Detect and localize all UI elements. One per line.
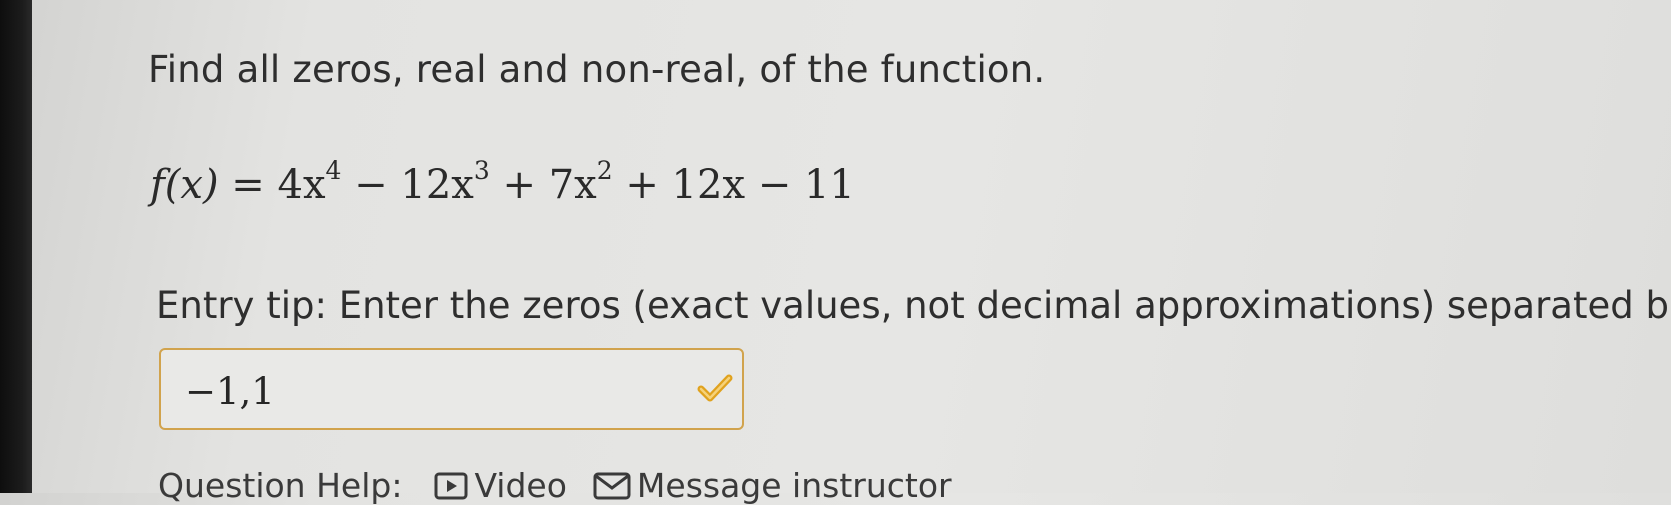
answer-input[interactable]: −1,1 xyxy=(159,348,744,430)
screen-bezel xyxy=(0,0,32,493)
video-link-label: Video xyxy=(474,466,567,505)
message-instructor-label: Message instructor xyxy=(636,466,952,505)
video-icon xyxy=(434,472,468,499)
formula-term: = 4x xyxy=(218,162,326,208)
formula-term: + 7x xyxy=(489,162,597,208)
entry-tip: Entry tip: Enter the zeros (exact values… xyxy=(156,284,1669,327)
formula-lhs: f(x) xyxy=(150,162,219,208)
formula-exponent: 3 xyxy=(473,156,490,185)
formula-term: + 12x − 11 xyxy=(612,162,855,208)
question-help-row: Question Help: Video Message instructor xyxy=(158,466,978,505)
video-link[interactable]: Video xyxy=(434,466,567,505)
check-icon xyxy=(697,374,733,402)
question-help-label: Question Help: xyxy=(158,466,403,505)
formula-exponent: 4 xyxy=(325,156,342,185)
formula-exponent: 2 xyxy=(596,156,613,185)
formula-term: − 12x xyxy=(341,162,474,208)
question-prompt: Find all zeros, real and non-real, of th… xyxy=(148,48,1046,91)
envelope-icon xyxy=(593,472,631,499)
function-formula: f(x) = 4x4 − 12x3 + 7x2 + 12x − 11 xyxy=(150,158,855,208)
message-instructor-link[interactable]: Message instructor xyxy=(593,466,952,505)
answer-value: −1,1 xyxy=(185,370,275,413)
